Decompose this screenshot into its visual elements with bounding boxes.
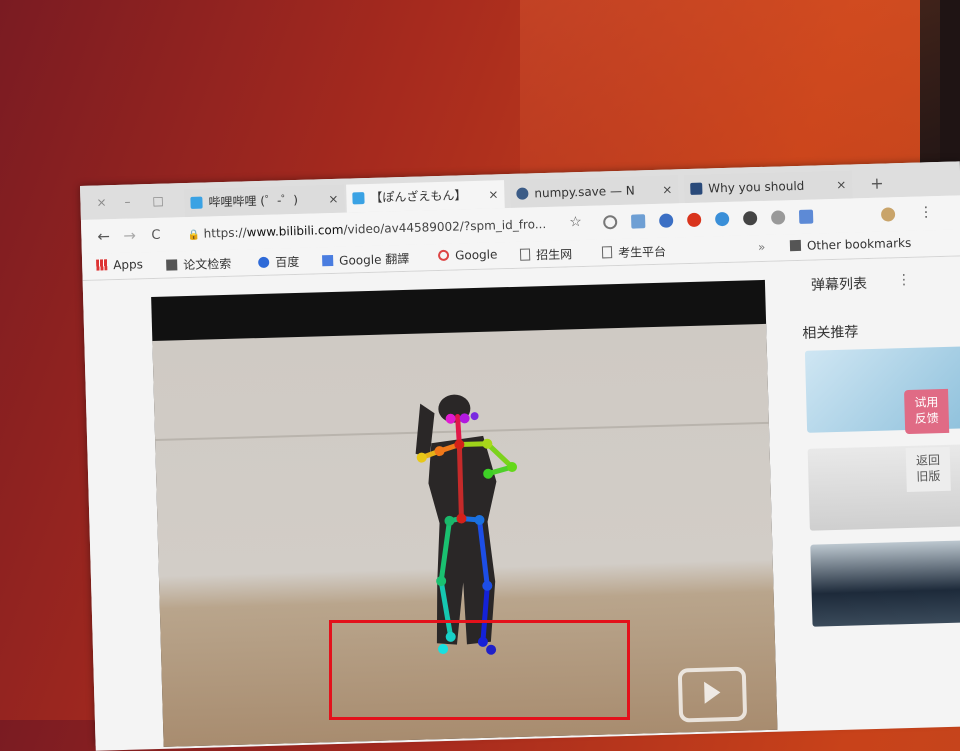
extension-shield-icon[interactable] bbox=[659, 213, 674, 228]
bilibili-tv-icon bbox=[190, 196, 203, 209]
bookmark-label: 百度 bbox=[275, 254, 300, 270]
new-tab-button[interactable]: + bbox=[870, 174, 884, 193]
lock-icon: 🔒 bbox=[187, 229, 201, 242]
bookmark-kaosheng[interactable]: 考生平台 bbox=[601, 243, 667, 262]
translate-icon bbox=[322, 254, 334, 267]
bookmark-label: 论文检索 bbox=[183, 256, 232, 273]
extension-circle-icon[interactable] bbox=[603, 215, 618, 230]
maximize-window-icon[interactable]: □ bbox=[152, 194, 164, 208]
bookmark-label: Google 翻譯 bbox=[338, 251, 410, 268]
extension-doc-icon[interactable] bbox=[631, 214, 646, 229]
bilibili-tv-icon bbox=[352, 192, 365, 205]
feedback-button[interactable]: 试用 反馈 bbox=[904, 388, 950, 435]
tab-close-icon[interactable]: × bbox=[488, 180, 499, 208]
numpy-site-icon bbox=[516, 187, 529, 200]
address-bar[interactable]: 🔒 https://www.bilibili.com/video/av44589… bbox=[187, 217, 546, 241]
folder-icon bbox=[789, 239, 802, 252]
apps-grid-icon bbox=[96, 259, 108, 271]
video-sidebar: 弹幕列表 ⋮ 相关推荐 试用 反馈 返回 旧版 bbox=[780, 256, 960, 731]
page-icon bbox=[601, 246, 613, 259]
annotation-highlight-box bbox=[329, 620, 630, 720]
tab-title: 【ぽんざえもん】 bbox=[370, 188, 467, 205]
extension-compass-icon[interactable] bbox=[714, 211, 730, 227]
bookmark-label: Apps bbox=[113, 257, 144, 273]
tab-title: numpy.save — N bbox=[534, 183, 635, 201]
bookmark-label: Google bbox=[454, 247, 498, 263]
bookmark-baidu[interactable]: 百度 bbox=[258, 253, 299, 271]
url-path: /video/av44589002/?spm_id_fro... bbox=[343, 217, 547, 237]
old-version-label-line2: 旧版 bbox=[916, 469, 941, 484]
bookmark-folder-papers[interactable]: 论文检索 bbox=[166, 255, 231, 274]
bookmark-google[interactable]: Google bbox=[437, 247, 498, 263]
tab-close-icon[interactable]: × bbox=[836, 171, 847, 199]
google-g-icon bbox=[437, 249, 450, 262]
feedback-label-line2: 反馈 bbox=[914, 411, 940, 426]
tab-current-video[interactable]: 【ぽんざえもん】 × bbox=[346, 180, 505, 213]
other-bookmarks[interactable]: Other bookmarks bbox=[789, 235, 912, 253]
bilibili-tv-logo bbox=[677, 666, 748, 723]
tab-bilibili-home[interactable]: 哔哩哔哩 (゜-゜) × bbox=[184, 184, 345, 218]
play-icon bbox=[704, 681, 721, 704]
extension-pen-icon[interactable] bbox=[798, 209, 814, 224]
browser-menu-icon[interactable]: ⋮ bbox=[919, 204, 933, 220]
tab-title: Why you should bbox=[708, 178, 805, 196]
page-icon bbox=[519, 248, 531, 261]
danmaku-more-icon[interactable]: ⋮ bbox=[897, 272, 911, 288]
bookmark-apps[interactable]: Apps bbox=[96, 257, 143, 272]
extension-puzzle-icon[interactable] bbox=[770, 210, 786, 225]
return-old-version-button[interactable]: 返回 旧版 bbox=[905, 446, 951, 493]
bookmark-zhaoshengwang[interactable]: 招生网 bbox=[519, 245, 573, 263]
feedback-label-line1: 试用 bbox=[914, 395, 939, 410]
tab-close-icon[interactable]: × bbox=[662, 175, 673, 203]
reload-button[interactable]: C bbox=[151, 228, 160, 243]
baidu-paw-icon bbox=[258, 256, 270, 269]
url-prefix: https:// bbox=[203, 225, 247, 241]
extension-red-icon[interactable] bbox=[686, 212, 702, 228]
extension-dots-icon[interactable] bbox=[742, 211, 758, 226]
related-video-thumbnail[interactable] bbox=[810, 540, 960, 627]
article-site-icon bbox=[690, 182, 703, 195]
related-videos-heading: 相关推荐 bbox=[802, 324, 859, 342]
folder-icon bbox=[166, 259, 178, 271]
bookmarks-overflow-icon[interactable]: » bbox=[758, 240, 766, 254]
minimize-window-icon[interactable]: – bbox=[124, 195, 130, 209]
tab-close-icon[interactable]: × bbox=[328, 185, 339, 213]
url-host: www.bilibili.com bbox=[246, 222, 344, 240]
other-bookmarks-label: Other bookmarks bbox=[806, 235, 912, 253]
close-window-icon[interactable]: × bbox=[96, 195, 106, 209]
bookmark-label: 招生网 bbox=[535, 247, 573, 263]
back-button[interactable]: ← bbox=[97, 227, 110, 245]
old-version-label-line1: 返回 bbox=[915, 453, 941, 468]
danmaku-list-title[interactable]: 弹幕列表 bbox=[811, 273, 868, 295]
bookmark-star-icon[interactable]: ☆ bbox=[569, 214, 582, 230]
tab-title: 哔哩哔哩 (゜-゜) bbox=[208, 192, 299, 210]
forward-button[interactable]: → bbox=[123, 226, 136, 244]
profile-avatar[interactable] bbox=[880, 207, 896, 222]
bookmark-google-translate[interactable]: Google 翻譯 bbox=[322, 250, 410, 269]
bookmark-label: 考生平台 bbox=[617, 244, 667, 260]
